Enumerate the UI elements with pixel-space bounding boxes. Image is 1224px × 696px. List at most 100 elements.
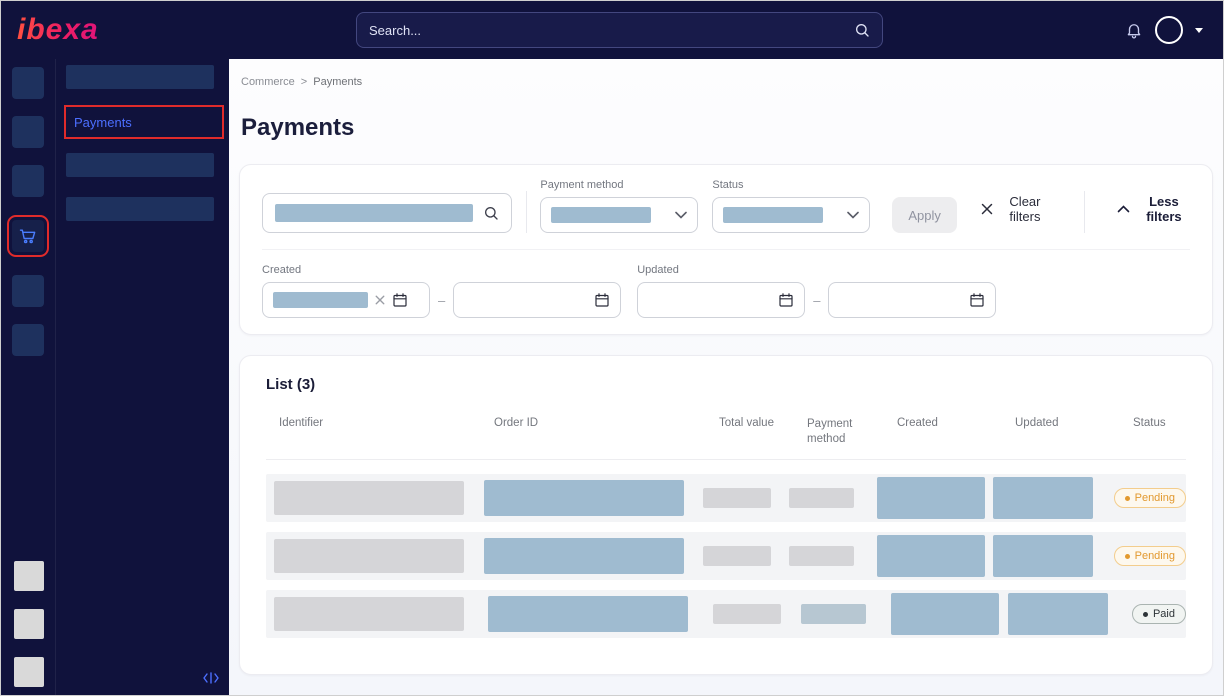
order-id-placeholder (488, 596, 688, 632)
column-header-total-value[interactable]: Total value (706, 417, 794, 429)
apply-button[interactable]: Apply (892, 197, 957, 233)
payment-method-placeholder (789, 546, 854, 566)
rail-item-3[interactable] (12, 165, 44, 197)
updated-range-field: Updated – (637, 264, 996, 318)
created-label: Created (262, 264, 621, 276)
table-row[interactable]: Paid (266, 590, 1186, 638)
updated-to-input[interactable] (828, 282, 996, 318)
rail-item-2[interactable] (12, 116, 44, 148)
payment-method-placeholder (789, 488, 854, 508)
filter-search-input[interactable] (262, 193, 512, 233)
column-header-identifier[interactable]: Identifier (266, 417, 481, 429)
order-id-placeholder (484, 480, 684, 516)
created-from-placeholder (273, 292, 368, 308)
user-avatar[interactable] (1155, 16, 1183, 44)
payment-method-placeholder (551, 207, 651, 223)
status-field: Status (712, 179, 870, 233)
rail-item-1[interactable] (12, 67, 44, 99)
chevron-down-icon (675, 211, 687, 219)
topbar: ibexa (1, 1, 1223, 59)
created-placeholder (877, 535, 985, 577)
updated-placeholder (993, 535, 1093, 577)
column-header-payment-method-label: Payment method (807, 417, 863, 447)
payment-method-placeholder (801, 604, 866, 624)
clear-filters-button[interactable]: Clear filters (981, 194, 1050, 224)
total-value-placeholder (713, 604, 781, 624)
created-placeholder (877, 477, 985, 519)
status-badge: Pending (1114, 546, 1186, 566)
calendar-icon[interactable] (594, 292, 610, 308)
rail-item-5[interactable] (12, 275, 44, 307)
icon-rail (1, 59, 56, 695)
filters-card: Payment method Status (239, 164, 1213, 335)
rail-item-commerce[interactable] (12, 220, 44, 252)
calendar-icon[interactable] (392, 292, 408, 308)
submenu-item-1[interactable] (66, 65, 214, 89)
status-badge: Pending (1114, 488, 1186, 508)
rail-bottom-item-2[interactable] (14, 609, 44, 639)
column-header-updated[interactable]: Updated (1002, 417, 1120, 429)
global-search-input[interactable] (369, 23, 854, 38)
submenu-item-4[interactable] (66, 197, 214, 221)
avatar-caret-icon[interactable] (1195, 28, 1203, 33)
rail-item-6[interactable] (12, 324, 44, 356)
list-card: List (3) Identifier Order ID Total value… (239, 355, 1213, 675)
submenu-panel: Payments (56, 59, 229, 695)
calendar-icon[interactable] (778, 292, 794, 308)
total-value-placeholder (703, 546, 771, 566)
column-header-order-id[interactable]: Order ID (481, 417, 706, 429)
breadcrumb-item-commerce[interactable]: Commerce (241, 76, 295, 88)
rail-bottom-item-1[interactable] (14, 561, 44, 591)
clear-date-icon[interactable] (375, 295, 385, 305)
created-from-input[interactable] (262, 282, 430, 318)
status-select[interactable] (712, 197, 870, 233)
page-title: Payments (241, 114, 1213, 142)
submenu-item-payments[interactable]: Payments (68, 109, 220, 135)
layout: Payments Commerce > Payments Payments (1, 59, 1223, 695)
updated-placeholder (1008, 593, 1108, 635)
updated-from-input[interactable] (637, 282, 805, 318)
filter-search-icon (483, 205, 499, 221)
payment-method-select[interactable] (540, 197, 698, 233)
rail-top (1, 59, 55, 373)
table-row[interactable]: Pending (266, 474, 1186, 522)
table-header: Identifier Order ID Total value Payment … (266, 417, 1186, 460)
breadcrumb-separator: > (301, 76, 307, 88)
payment-method-field: Payment method (540, 179, 698, 233)
status-placeholder (723, 207, 823, 223)
updated-label: Updated (637, 264, 996, 276)
collapse-icon (203, 672, 219, 684)
list-title: List (3) (266, 376, 1186, 393)
app-window: ibexa (0, 0, 1224, 696)
global-search[interactable] (356, 12, 883, 48)
submenu-item-3[interactable] (66, 153, 214, 177)
collapse-sidebar-button[interactable] (203, 671, 219, 689)
status-label: Status (712, 179, 870, 191)
filter-divider (526, 191, 527, 233)
identifier-placeholder (274, 597, 464, 631)
less-filters-button[interactable]: Less filters (1117, 194, 1190, 224)
filters-row-1: Payment method Status (262, 179, 1190, 233)
calendar-icon[interactable] (969, 292, 985, 308)
table-row[interactable]: Pending (266, 532, 1186, 580)
updated-range: – (637, 282, 996, 318)
filter-divider-2 (1084, 191, 1085, 233)
less-filters-label: Less filters (1138, 194, 1190, 224)
identifier-placeholder (274, 539, 464, 573)
created-placeholder (891, 593, 999, 635)
notification-bell-icon[interactable] (1125, 21, 1143, 39)
status-badge: Paid (1132, 604, 1186, 624)
created-to-input[interactable] (453, 282, 621, 318)
breadcrumb-item-payments[interactable]: Payments (313, 76, 362, 88)
column-header-payment-method[interactable]: Payment method (794, 417, 884, 447)
column-header-created[interactable]: Created (884, 417, 1002, 429)
status-dot-icon (1125, 554, 1130, 559)
column-header-status[interactable]: Status (1120, 417, 1186, 429)
status-label: Pending (1135, 550, 1175, 562)
rail-bottom-item-3[interactable] (14, 657, 44, 687)
order-id-placeholder (484, 538, 684, 574)
filter-search-placeholder (275, 204, 473, 222)
topbar-right (1125, 16, 1207, 44)
ibexa-logo: ibexa (17, 15, 99, 45)
created-range-field: Created – (262, 264, 621, 318)
